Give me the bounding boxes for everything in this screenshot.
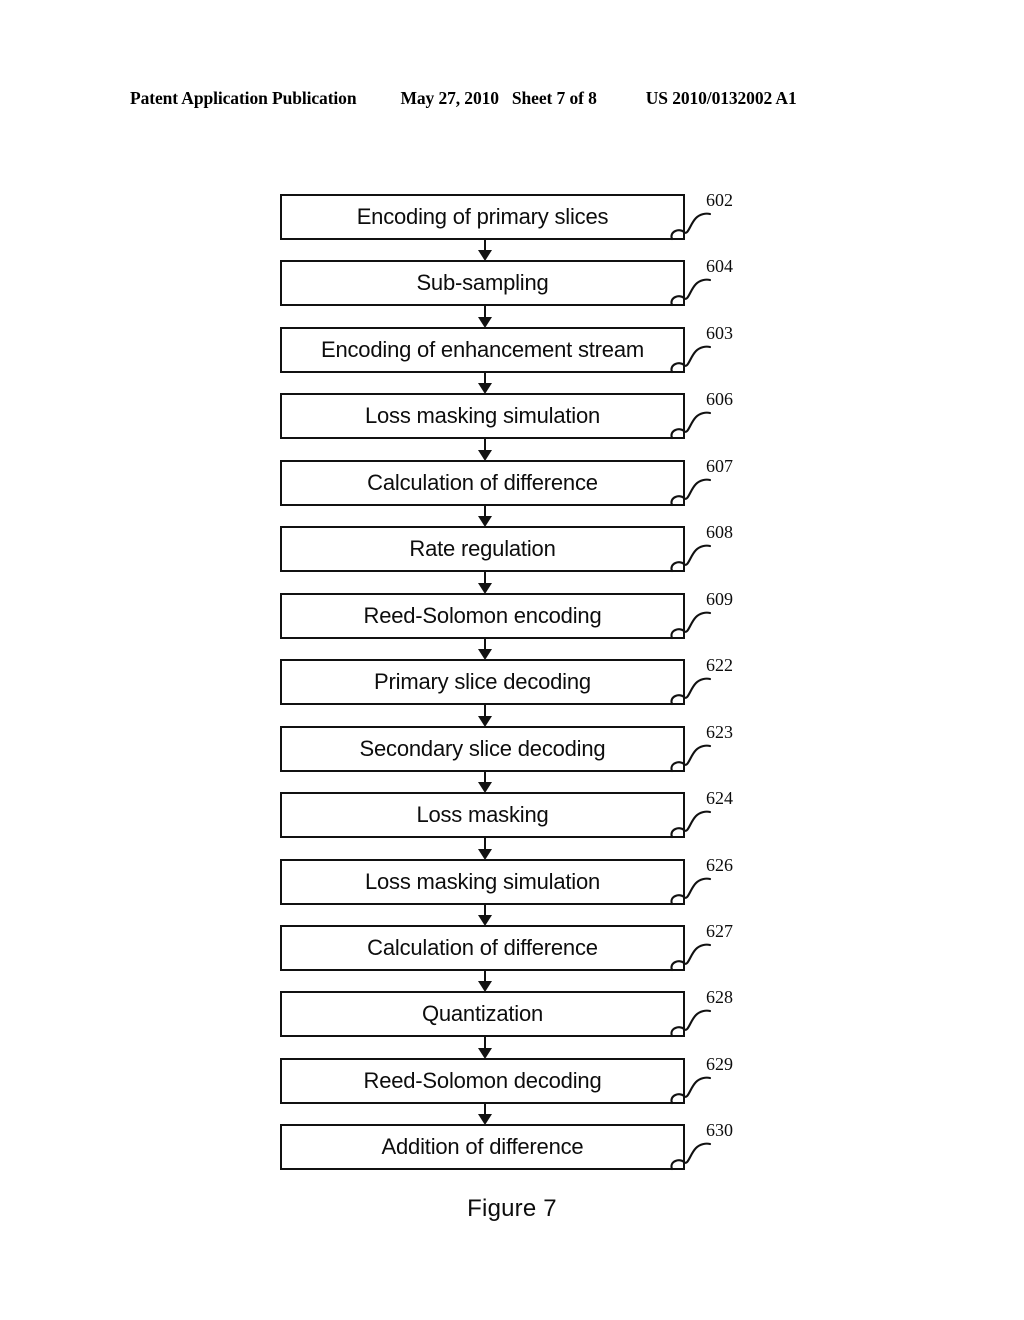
flowchart-step-label: Encoding of primary slices [356, 204, 609, 229]
reference-numeral-608: 608 [706, 522, 733, 543]
flow-connector-arrow [477, 505, 493, 528]
flowchart-step-label: Addition of difference [381, 1134, 584, 1160]
reference-numeral-606: 606 [706, 389, 733, 410]
reference-numeral-626: 626 [706, 854, 733, 875]
flowchart-step-label: Loss masking simulation [364, 868, 601, 894]
flow-connector-arrow [477, 1036, 493, 1059]
flowchart-step-label: Encoding of enhancement stream [321, 336, 644, 362]
flowchart-step-624: Loss masking [280, 792, 685, 839]
reference-numeral-602: 602 [706, 190, 733, 210]
flowchart-step-630: Addition of difference [280, 1124, 685, 1171]
flowchart-step-603: Encoding of enhancement stream [280, 326, 685, 373]
flowchart-step-604: Sub-sampling [280, 260, 685, 307]
reference-numeral-628: 628 [706, 987, 733, 1008]
flowchart-step-label: Primary slice decoding [374, 669, 591, 695]
flowchart-step-label: Reed-Solomon encoding [363, 602, 602, 628]
flow-connector-arrow [477, 638, 493, 661]
reference-numeral-604: 604 [706, 256, 733, 277]
reference-numeral-623: 623 [706, 721, 733, 742]
flowchart-step-label: Sub-sampling [416, 270, 549, 296]
flowchart-step-label: Loss masking simulation [364, 403, 601, 429]
reference-numeral-629: 629 [706, 1053, 733, 1074]
flowchart-step-626: Loss masking simulation [280, 858, 685, 905]
flowchart-step-608: Rate regulation [280, 526, 685, 573]
flow-connector-arrow [477, 571, 493, 594]
flow-connector-arrow [477, 438, 493, 461]
flow-connector-arrow [477, 837, 493, 860]
reference-numeral-630: 630 [706, 1120, 733, 1141]
flowchart-step-label: Quantization [421, 1001, 544, 1027]
flowchart-step-label: Rate regulation [409, 536, 556, 562]
flow-connector-arrow [477, 704, 493, 727]
reference-numeral-607: 607 [706, 455, 733, 476]
flowchart-step-607: Calculation of difference [280, 459, 685, 506]
flow-connector-arrow [477, 970, 493, 993]
reference-numeral-627: 627 [706, 920, 733, 941]
flowchart-step-627: Calculation of difference [280, 924, 685, 971]
flow-connector-arrow [477, 903, 493, 926]
flowchart-step-609: Reed-Solomon encoding [280, 592, 685, 639]
flowchart-step-628: Quantization [280, 991, 685, 1038]
flowchart-step-602: Encoding of primary slices [280, 194, 685, 240]
flowchart-diagram: Encoding of primary slices 602 Sub-samplin… [0, 0, 1024, 1320]
flowchart-step-label: Secondary slice decoding [359, 735, 606, 761]
flow-connector-arrow [477, 771, 493, 794]
flowchart-step-label: Loss masking [416, 802, 549, 828]
flowchart-step-label: Calculation of difference [367, 469, 598, 495]
reference-numeral-609: 609 [706, 588, 733, 609]
flowchart-step-606: Loss masking simulation [280, 393, 685, 440]
flow-connector-arrow [477, 372, 493, 395]
flowchart-step-label: Reed-Solomon decoding [363, 1067, 602, 1093]
figure-caption: Figure 7 [467, 1195, 557, 1222]
reference-numeral-622: 622 [706, 655, 733, 676]
flow-connector-arrow [477, 305, 493, 328]
flowchart-step-label: Calculation of difference [367, 934, 598, 960]
flowchart-step-623: Secondary slice decoding [280, 725, 685, 772]
flow-connector-arrow [477, 239, 493, 262]
flowchart-step-622: Primary slice decoding [280, 659, 685, 706]
reference-numeral-603: 603 [706, 322, 733, 343]
flowchart-step-629: Reed-Solomon decoding [280, 1057, 685, 1104]
flow-connector-arrow [477, 1103, 493, 1126]
reference-numeral-624: 624 [706, 788, 733, 809]
